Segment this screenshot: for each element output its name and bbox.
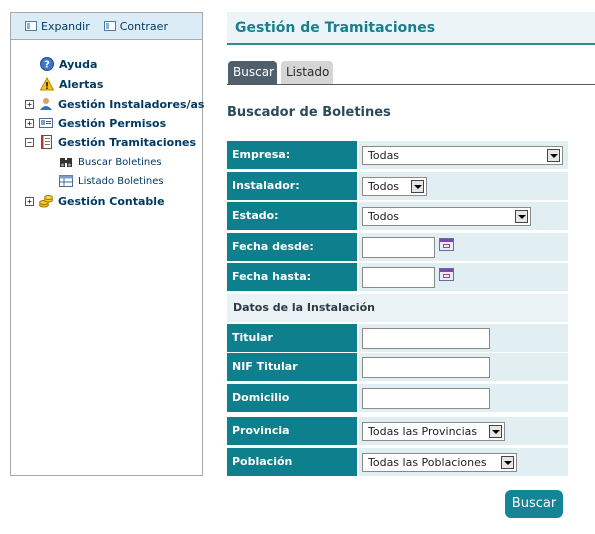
instalador-label: Instalador: bbox=[227, 172, 357, 200]
instalador-cell: Todos bbox=[359, 172, 568, 200]
form-row-instalador: Instalador: Todos bbox=[227, 172, 568, 200]
empresa-label: Empresa: bbox=[227, 141, 357, 169]
expand-label: Expandir bbox=[41, 19, 90, 33]
poblacion-cell: Todas las Poblaciones bbox=[359, 448, 568, 476]
sidebar-item-tramitaciones[interactable]: − Gestión Tramitaciones bbox=[25, 134, 196, 150]
form-row-domicilio: Domicilio Instalación bbox=[227, 384, 568, 432]
estado-cell: Todos bbox=[359, 202, 568, 230]
binoculars-icon bbox=[59, 155, 73, 169]
instalador-select[interactable]: Todos bbox=[362, 177, 427, 196]
warning-icon bbox=[40, 77, 54, 91]
estado-select[interactable]: Todos bbox=[362, 207, 531, 226]
titular-label: Titular bbox=[227, 324, 357, 352]
form-row-poblacion: Población Instalación Todas las Poblacio… bbox=[227, 448, 568, 496]
form-row-estado: Estado: Todos bbox=[227, 202, 568, 230]
fecha-desde-cell bbox=[359, 233, 568, 261]
fecha-hasta-label: Fecha hasta: bbox=[227, 263, 357, 291]
calendar-icon[interactable] bbox=[439, 238, 454, 251]
sidebar-item-instaladores[interactable]: + Gestión Instaladores/as bbox=[25, 96, 204, 112]
form-row-empresa: Empresa: Todas bbox=[227, 141, 568, 169]
installation-section-header: Datos de la Instalación bbox=[227, 294, 568, 322]
fecha-desde-label: Fecha desde: bbox=[227, 233, 357, 261]
dropdown-arrow-icon bbox=[411, 180, 424, 193]
dropdown-arrow-icon bbox=[489, 425, 502, 438]
collapse-icon bbox=[103, 21, 116, 31]
estado-label: Estado: bbox=[227, 202, 357, 230]
instalador-value: Todos bbox=[368, 180, 400, 193]
sidebar-subitem-buscar-boletines[interactable]: Buscar Boletines bbox=[59, 154, 162, 170]
sidebar-item-label: Gestión Tramitaciones bbox=[58, 135, 197, 149]
sidebar-subitem-label: Listado Boletines bbox=[78, 175, 164, 187]
calendar-icon[interactable] bbox=[439, 268, 454, 281]
nif-cell bbox=[359, 353, 568, 381]
page-title: Gestión de Tramitaciones bbox=[235, 20, 436, 36]
provincia-label: Provincia Instalación bbox=[227, 417, 357, 465]
form-row-provincia: Provincia Instalación Todas las Provinci… bbox=[227, 417, 568, 465]
form-row-fecha-desde: Fecha desde: bbox=[227, 233, 568, 261]
table-icon bbox=[59, 174, 73, 188]
fecha-hasta-input[interactable] bbox=[362, 267, 435, 288]
form-row-nif: NIF Titular bbox=[227, 353, 568, 381]
sidebar-subitem-listado-boletines[interactable]: Listado Boletines bbox=[59, 173, 164, 189]
tab-bar: Buscar Listado bbox=[227, 61, 595, 85]
expand-button[interactable]: Expandir bbox=[25, 20, 90, 33]
sidebar-item-label: Alertas bbox=[59, 77, 104, 91]
sidebar-item-label: Gestión Instaladores/as bbox=[58, 97, 205, 111]
installation-heading: Datos de la Instalación bbox=[233, 301, 375, 314]
dropdown-arrow-icon bbox=[547, 149, 560, 162]
search-title: Buscador de Boletines bbox=[227, 105, 391, 120]
provincia-select[interactable]: Todas las Provincias bbox=[362, 422, 505, 441]
poblacion-label: Población Instalación bbox=[227, 448, 357, 496]
collapse-label: Contraer bbox=[119, 19, 168, 33]
provincia-cell: Todas las Provincias bbox=[359, 417, 568, 445]
domicilio-input[interactable] bbox=[362, 388, 490, 409]
document-icon bbox=[39, 135, 53, 149]
empresa-value: Todas bbox=[368, 149, 400, 162]
expand-icon bbox=[25, 21, 37, 31]
sidebar-item-label: Gestión Contable bbox=[58, 194, 165, 208]
nif-input[interactable] bbox=[362, 357, 490, 378]
expand-toggle-icon[interactable]: + bbox=[25, 99, 34, 109]
sidebar: Expandir Contraer ? Ayuda Alertas + Gest… bbox=[10, 12, 204, 476]
empresa-select[interactable]: Todas bbox=[362, 146, 563, 165]
poblacion-value: Todas las Poblaciones bbox=[368, 456, 487, 469]
help-icon: ? bbox=[40, 57, 54, 71]
main-header: Gestión de Tramitaciones bbox=[227, 12, 595, 45]
coins-icon bbox=[39, 194, 53, 208]
sidebar-item-alertas[interactable]: Alertas bbox=[40, 76, 103, 92]
sidebar-subitem-label: Buscar Boletines bbox=[78, 156, 162, 168]
nif-label: NIF Titular bbox=[227, 353, 357, 381]
search-submit-button[interactable]: Buscar bbox=[505, 490, 563, 518]
expand-toggle-icon[interactable]: + bbox=[25, 118, 34, 128]
titular-cell bbox=[359, 324, 568, 352]
titular-input[interactable] bbox=[362, 328, 490, 349]
sidebar-item-permisos[interactable]: + Gestión Permisos bbox=[25, 115, 166, 131]
sidebar-item-label: Ayuda bbox=[59, 57, 98, 71]
poblacion-select[interactable]: Todas las Poblaciones bbox=[362, 453, 517, 472]
estado-value: Todos bbox=[368, 210, 400, 223]
domicilio-label: Domicilio Instalación bbox=[227, 384, 357, 432]
dropdown-arrow-icon bbox=[501, 456, 514, 469]
domicilio-cell bbox=[359, 384, 568, 412]
provincia-value: Todas las Provincias bbox=[368, 425, 478, 438]
collapse-toggle-icon[interactable]: − bbox=[25, 137, 34, 147]
expand-toggle-icon[interactable]: + bbox=[25, 196, 34, 206]
dropdown-arrow-icon bbox=[515, 210, 528, 223]
fecha-hasta-cell bbox=[359, 263, 568, 291]
empresa-cell: Todas bbox=[359, 141, 568, 169]
form-row-titular: Titular bbox=[227, 324, 568, 352]
svg-text:?: ? bbox=[44, 60, 50, 71]
fecha-desde-input[interactable] bbox=[362, 237, 435, 258]
sidebar-item-ayuda[interactable]: ? Ayuda bbox=[40, 56, 97, 72]
user-icon bbox=[39, 97, 53, 111]
form-row-fecha-hasta: Fecha hasta: bbox=[227, 263, 568, 291]
id-card-icon bbox=[39, 116, 53, 130]
collapse-button[interactable]: Contraer bbox=[103, 19, 168, 33]
sidebar-item-label: Gestión Permisos bbox=[58, 116, 167, 130]
tab-listado[interactable]: Listado bbox=[281, 61, 333, 84]
sidebar-toolbar: Expandir Contraer bbox=[11, 13, 202, 40]
sidebar-item-contable[interactable]: + Gestión Contable bbox=[25, 193, 165, 209]
tab-buscar[interactable]: Buscar bbox=[228, 61, 277, 84]
tab-divider bbox=[227, 84, 595, 85]
